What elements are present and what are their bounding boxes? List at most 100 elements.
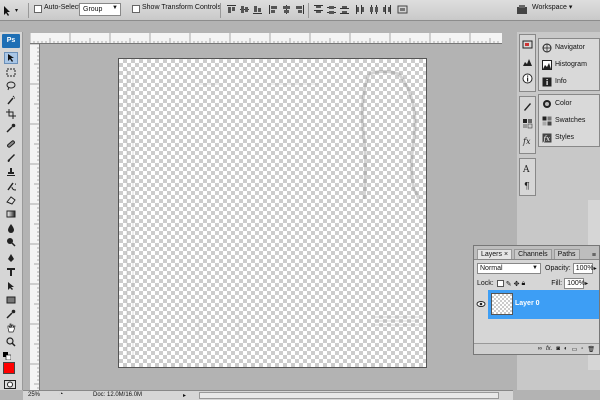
blend-mode-select[interactable]: Normal ▼ [477,263,541,274]
status-arrow-icon[interactable]: ▸ [183,392,186,399]
dodge-tool[interactable] [4,236,18,248]
info-panel-button[interactable] [520,71,535,86]
history-brush-tool[interactable] [4,180,18,192]
chevron-down-icon: ▼ [112,5,118,11]
zoom-tool[interactable] [4,336,18,348]
navigator-panel-tab[interactable]: Navigator [539,39,599,56]
align-hcenter-icon[interactable] [281,4,292,15]
visibility-eye-icon[interactable] [476,299,486,309]
distribute-hcenter-icon[interactable] [368,4,379,15]
shape-tool[interactable] [4,294,18,306]
ruler-horizontal[interactable] [30,33,502,44]
ruler-vertical[interactable] [30,44,40,390]
swatches-icon [523,119,533,129]
align-top-icon[interactable] [226,4,237,15]
eraser-tool[interactable] [4,194,18,206]
align-bottom-icon[interactable] [252,4,263,15]
rectangle-icon [6,296,16,304]
lasso-tool[interactable] [4,80,18,92]
quick-mask-button[interactable] [4,380,16,389]
align-vcenter-icon[interactable] [239,4,250,15]
align-right-icon[interactable] [294,4,305,15]
trash-icon[interactable]: 🗑︎ [587,346,595,353]
show-transform-checkbox[interactable] [132,5,140,13]
new-layer-icon[interactable]: ▫ [581,346,583,352]
distribute-top-icon[interactable] [313,4,324,15]
quick-selection-tool[interactable] [4,94,18,106]
notes-tool[interactable] [4,308,18,320]
layer-row[interactable]: Layer 0 [474,290,599,319]
histogram-panel-tab[interactable]: Histogram [539,56,599,73]
crop-tool[interactable] [4,108,18,120]
styles-panel-button[interactable]: fx [520,133,535,148]
auto-align-icon[interactable] [397,4,408,15]
pen-tool[interactable] [4,252,18,264]
tab-layers[interactable]: Layers × [477,249,513,259]
add-mask-icon[interactable]: ◙ [556,346,560,352]
path-selection-tool[interactable] [4,280,18,292]
bridge-icon[interactable] [516,4,528,16]
brush-tool[interactable] [4,152,18,164]
default-colors-icon[interactable] [3,352,12,361]
lock-position-icon[interactable]: ✥ [514,280,520,288]
marquee-tool[interactable] [4,66,18,78]
move-tool-preset[interactable]: ▾ [3,3,25,18]
foreground-color-swatch[interactable] [3,362,15,374]
character-panel-button[interactable]: A [520,161,535,176]
color-panel-tab[interactable]: Color [539,95,599,112]
color-panel-group: Color Swatches fx Styles [538,94,600,147]
fill-arrow-icon[interactable]: ▸ [585,280,588,287]
zoom-level[interactable]: 25% [28,392,40,398]
distribute-bottom-icon[interactable] [339,4,350,15]
link-layers-icon[interactable]: ∞ [538,346,542,352]
layer-style-icon[interactable]: fx. [546,346,552,352]
blur-tool[interactable] [4,222,18,234]
auto-select-checkbox[interactable] [34,5,42,13]
swatches-panel-button[interactable] [520,116,535,131]
histogram-icon [523,59,532,66]
document-canvas[interactable] [118,58,427,368]
healing-brush-tool[interactable] [4,138,18,150]
adjustment-layer-icon[interactable]: ◐ [564,346,568,352]
fill-input[interactable]: 100% [564,278,585,289]
divider [308,3,309,18]
type-tool[interactable] [4,266,18,278]
tab-channels[interactable]: Channels [514,249,552,259]
eyedropper-tool[interactable] [4,122,18,134]
swatches-panel-tab[interactable]: Swatches [539,112,599,129]
layer-name[interactable]: Layer 0 [515,300,540,307]
distribute-left-icon[interactable] [355,4,366,15]
hand-tool[interactable] [4,322,18,334]
toolbox: Ps [0,32,23,390]
gradient-tool[interactable] [4,208,18,220]
auto-select-dropdown[interactable]: Group ▼ [79,3,121,16]
styles-panel-tab[interactable]: fx Styles [539,129,599,146]
panel-menu-icon[interactable]: ≡ [592,252,596,259]
workspace-button[interactable]: Workspace ▾ [532,3,572,16]
new-group-icon[interactable]: ▭ [572,346,578,353]
status-menu-icon[interactable]: ◔ [59,391,63,398]
info-panel-tab[interactable]: Info [539,73,599,90]
swatches-label: Swatches [555,117,586,124]
clone-stamp-tool[interactable] [4,166,18,178]
opacity-input[interactable]: 100% [572,263,594,274]
navigator-panel-button[interactable] [520,37,535,52]
align-left-icon[interactable] [268,4,279,15]
tab-paths[interactable]: Paths [553,249,580,259]
move-tool[interactable] [4,52,18,64]
histogram-panel-button[interactable] [520,54,535,69]
document-info[interactable]: Doc: 12.0M/16.0M [93,392,142,398]
distribute-right-icon[interactable] [381,4,392,15]
paragraph-panel-button[interactable]: ¶ [520,178,535,193]
horizontal-scrollbar[interactable] [199,392,499,399]
lock-transparent-pixels-icon[interactable] [496,280,504,287]
panel-icon-column [519,34,536,92]
opacity-arrow-icon[interactable]: ▸ [594,265,597,272]
lock-all-icon[interactable]: 🔒︎ [521,280,525,288]
distribute-vcenter-icon[interactable] [326,4,337,15]
lock-image-pixels-icon[interactable]: ✎ [506,280,512,288]
color-panel-button[interactable] [520,99,535,114]
info-icon [542,77,552,86]
magic-wand-icon [7,95,15,105]
close-icon[interactable]: × [504,251,508,258]
